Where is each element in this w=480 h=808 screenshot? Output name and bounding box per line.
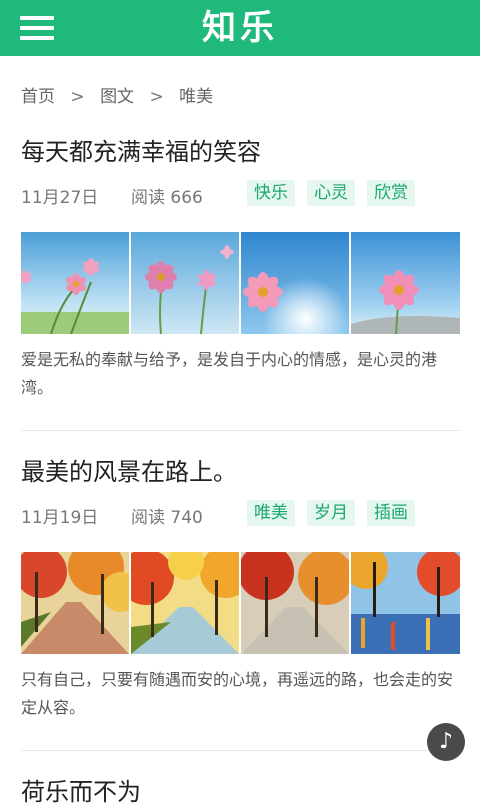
article-views: 阅读 740 <box>131 508 203 528</box>
breadcrumb: 首页 > 图文 > 唯美 <box>21 82 213 107</box>
article-date: 11月27日 <box>21 188 99 208</box>
breadcrumb-home[interactable]: 首页 <box>21 82 55 107</box>
music-note-icon[interactable]: ♪ <box>427 723 465 761</box>
cosmos-flower-photo[interactable] <box>241 232 349 334</box>
tag[interactable]: 欣赏 <box>367 180 415 206</box>
breadcrumb-current: 唯美 <box>179 87 214 107</box>
tag[interactable]: 心灵 <box>307 180 355 206</box>
tag[interactable]: 插画 <box>367 500 415 526</box>
article-card[interactable]: 荷乐而不为 <box>21 776 460 808</box>
article-description: 爱是无私的奉献与给予，是发自于内心的情感，是心灵的港湾。 <box>21 350 438 397</box>
article-meta: 11月27日 阅读 666 快乐 心灵 欣赏 <box>21 180 460 208</box>
article-title[interactable]: 最美的风景在路上。 <box>21 456 460 488</box>
article-title[interactable]: 荷乐而不为 <box>21 776 460 808</box>
divider <box>21 430 460 431</box>
article-card[interactable]: 最美的风景在路上。 11月19日 阅读 740 唯美 岁月 插画 只有自己，只要… <box>21 456 460 722</box>
article-description: 只有自己，只要有随遇而安的心境，再遥远的路，也会走的安定从容。 <box>21 670 454 717</box>
autumn-path-painting[interactable] <box>241 552 349 654</box>
app-title: 知乐 <box>202 8 278 48</box>
breadcrumb-category[interactable]: 图文 <box>100 82 134 107</box>
tag[interactable]: 岁月 <box>307 500 355 526</box>
article-meta: 11月19日 阅读 740 唯美 岁月 插画 <box>21 500 460 528</box>
article-views: 阅读 666 <box>131 188 203 208</box>
autumn-path-painting[interactable] <box>21 552 129 654</box>
autumn-path-painting[interactable] <box>351 552 460 654</box>
cosmos-flower-photo[interactable] <box>131 232 239 334</box>
article-date: 11月19日 <box>21 508 99 528</box>
autumn-path-painting[interactable] <box>131 552 239 654</box>
tag[interactable]: 快乐 <box>247 180 295 206</box>
divider <box>21 750 460 751</box>
article-image-row <box>21 232 460 334</box>
breadcrumb-separator: > <box>70 87 85 107</box>
article-title[interactable]: 每天都充满幸福的笑容 <box>21 136 460 168</box>
tag[interactable]: 唯美 <box>247 500 295 526</box>
article-card[interactable]: 每天都充满幸福的笑容 11月27日 阅读 666 快乐 心灵 欣赏 爱是无私的奉… <box>21 136 460 402</box>
cosmos-flower-photo[interactable] <box>21 232 129 334</box>
cosmos-flower-photo[interactable] <box>351 232 460 334</box>
article-image-row <box>21 552 460 654</box>
top-bar: 知乐 <box>0 0 480 56</box>
breadcrumb-separator: > <box>149 87 164 107</box>
